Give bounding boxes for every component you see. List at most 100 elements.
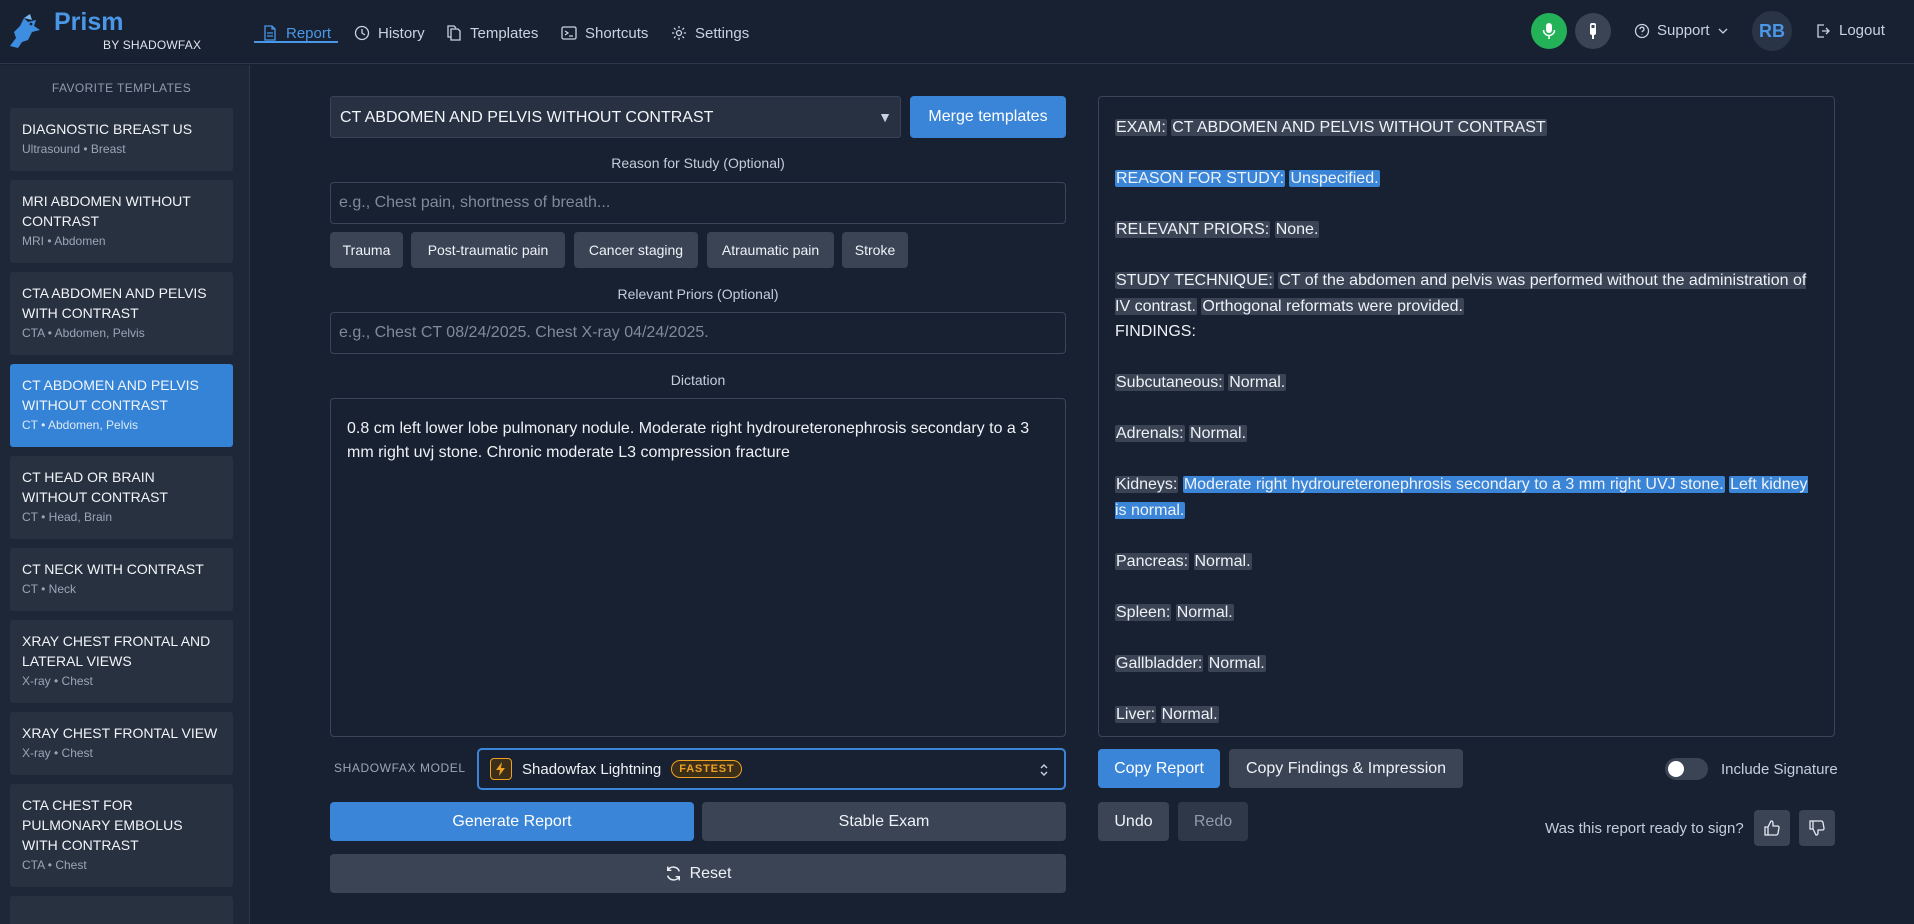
gear-icon [672,26,686,40]
template-title: MRI ABDOMEN WITHOUT CONTRAST [22,193,191,229]
nav-shortcuts[interactable]: Shortcuts [561,22,648,44]
include-signature-toggle[interactable] [1665,758,1708,780]
model-name: Shadowfax Lightning [522,760,662,778]
copy-report-button[interactable]: Copy Report [1098,749,1220,788]
terminal-icon [561,26,577,40]
undo-button[interactable]: Undo [1098,802,1169,841]
template-select[interactable]: CT ABDOMEN AND PELVIS WITHOUT CONTRAST ▼ [330,96,901,138]
reset-label: Reset [689,864,732,882]
logout-button[interactable]: Logout [1815,22,1885,39]
app-title: Prism [54,8,124,36]
template-title: CT NECK WITH CONTRAST [22,561,204,577]
nav-history[interactable]: History [354,22,425,44]
reset-button[interactable]: Reset [330,854,1066,893]
template-subtitle: X-ray • Chest [22,674,93,688]
merge-templates-button[interactable]: Merge templates [910,96,1066,138]
template-card-ct-head-brain[interactable]: CT HEAD OR BRAIN WITHOUT CONTRAST CT • H… [10,456,233,539]
thumbs-down-button[interactable] [1799,810,1835,846]
stable-exam-button[interactable]: Stable Exam [702,802,1066,841]
template-card-xray-chest-frontal[interactable]: XRAY CHEST FRONTAL VIEW X-ray • Chest [10,712,233,775]
template-card-mri-abdomen[interactable]: MRI ABDOMEN WITHOUT CONTRAST MRI • Abdom… [10,180,233,263]
logout-label: Logout [1839,22,1885,39]
reason-label: Reason for Study (Optional) [611,155,785,171]
help-circle-icon [1634,23,1650,38]
template-card-cta-chest-pe[interactable]: CTA CHEST FOR PULMONARY EMBOLUS WITH CON… [10,784,233,887]
chevron-up-down-icon [1040,764,1048,776]
template-title: XRAY CHEST FRONTAL VIEW [22,725,218,741]
report-liver-value: Normal. [1160,705,1219,723]
template-subtitle: CT • Head, Brain [22,510,113,524]
app-subtitle: BY SHADOWFAX [103,38,202,52]
nav-templates[interactable]: Templates [446,22,538,44]
report-kidneys-label: Kidneys: [1115,476,1179,493]
chip-stroke[interactable]: Stroke [842,232,908,268]
template-card-cta-abdomen-pelvis[interactable]: CTA ABDOMEN AND PELVIS WITH CONTRAST CTA… [10,272,233,355]
horse-logo-icon [10,14,40,48]
copy-findings-impression-button[interactable]: Copy Findings & Impression [1229,749,1463,788]
lightning-icon [490,758,512,780]
generate-report-button[interactable]: Generate Report [330,802,694,841]
toggle-knob [1668,761,1684,777]
nav-history-label: History [378,24,425,42]
model-select[interactable]: Shadowfax Lightning FASTEST [477,748,1066,790]
dictation-device-button[interactable] [1575,13,1611,49]
document-icon [264,25,276,41]
report-exam-value: CT ABDOMEN AND PELVIS WITHOUT CONTRAST [1171,119,1547,136]
report-adrenals-label: Adrenals: [1115,425,1185,442]
redo-button[interactable]: Redo [1178,802,1248,841]
chip-cancer-staging[interactable]: Cancer staging [574,232,698,268]
template-title: CTA ABDOMEN AND PELVIS WITH CONTRAST [22,285,207,321]
report-subcutaneous-label: Subcutaneous: [1115,374,1224,391]
report-reason-value: Unspecified. [1289,170,1380,187]
nav-templates-label: Templates [470,24,539,42]
model-label: SHADOWFAX MODEL [334,761,466,775]
report-pancreas-label: Pancreas: [1115,552,1190,570]
microphone-icon [1542,23,1556,39]
reason-input[interactable]: e.g., Chest pain, shortness of breath... [330,182,1066,224]
dictation-textarea[interactable]: 0.8 cm left lower lobe pulmonary nodule.… [330,398,1066,737]
report-gallbladder-value: Normal. [1207,654,1266,672]
template-card-ct-neck[interactable]: CT NECK WITH CONTRAST CT • Neck [10,548,233,611]
template-card-partial[interactable] [10,896,233,924]
refresh-icon [666,866,680,881]
ready-to-sign-question: Was this report ready to sign? [1545,820,1744,837]
logout-icon [1817,23,1830,38]
generated-report-panel[interactable]: EXAM: CT ABDOMEN AND PELVIS WITHOUT CONT… [1098,96,1835,737]
template-card-diagnostic-breast-us[interactable]: DIAGNOSTIC BREAST US Ultrasound • Breast [10,108,233,171]
thumbs-up-icon [1764,820,1780,836]
nav-report-label: Report [286,24,332,42]
template-card-ct-abdomen-pelvis[interactable]: CT ABDOMEN AND PELVIS WITHOUT CONTRAST C… [10,364,233,447]
template-subtitle: CT • Abdomen, Pelvis [22,418,139,432]
support-menu[interactable]: Support [1634,22,1729,39]
template-title: CT ABDOMEN AND PELVIS WITHOUT CONTRAST [22,377,199,413]
chip-post-traumatic-pain[interactable]: Post-traumatic pain [411,232,565,268]
sidebar-heading: FAVORITE TEMPLATES [51,81,192,95]
priors-label: Relevant Priors (Optional) [617,286,779,302]
template-title: XRAY CHEST FRONTAL AND LATERAL VIEWS [22,633,211,669]
report-exam-label: EXAM: [1115,119,1167,136]
nav-shortcuts-label: Shortcuts [585,24,649,42]
report-priors-value: None. [1274,221,1320,238]
report-findings-label: FINDINGS: [1115,323,1196,340]
copy-icon [447,25,461,41]
template-title: CTA CHEST FOR PULMONARY EMBOLUS WITH CON… [22,797,183,853]
report-priors-label: RELEVANT PRIORS: [1115,221,1271,238]
thumbs-up-button[interactable] [1754,810,1790,846]
template-card-xray-chest-frontal-lateral[interactable]: XRAY CHEST FRONTAL AND LATERAL VIEWS X-r… [10,620,233,703]
chip-atraumatic-pain[interactable]: Atraumatic pain [707,232,834,268]
microphone-button[interactable] [1531,13,1567,49]
favorite-templates-sidebar: FAVORITE TEMPLATES DIAGNOSTIC BREAST US … [0,65,250,924]
chevron-down-icon [1718,28,1728,34]
priors-input[interactable]: e.g., Chest CT 08/24/2025. Chest X-ray 0… [330,312,1066,354]
clock-icon [354,25,370,41]
template-select-value: CT ABDOMEN AND PELVIS WITHOUT CONTRAST [340,109,714,126]
template-subtitle: X-ray • Chest [22,746,93,760]
thumbs-down-icon [1809,820,1825,836]
chip-trauma[interactable]: Trauma [330,232,403,268]
user-avatar[interactable]: RB [1752,11,1792,51]
usb-pen-icon [1590,23,1596,39]
nav-settings[interactable]: Settings [671,22,749,44]
report-spleen-label: Spleen: [1115,603,1172,621]
template-title: CT HEAD OR BRAIN WITHOUT CONTRAST [22,469,168,505]
template-subtitle: MRI • Abdomen [22,234,106,248]
